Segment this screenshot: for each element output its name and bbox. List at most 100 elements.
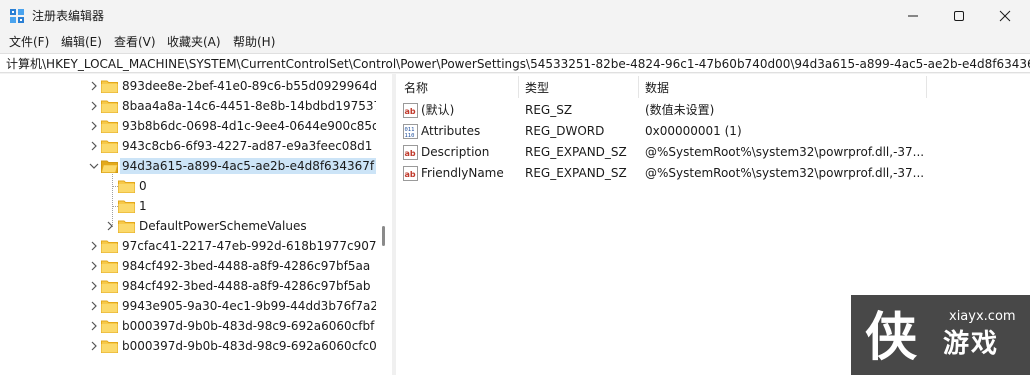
- folder-icon: [101, 100, 118, 113]
- chevron-right-icon[interactable]: [89, 261, 99, 271]
- column-header-name[interactable]: 名称: [404, 74, 428, 100]
- chevron-right-icon[interactable]: [89, 101, 99, 111]
- tree-item-label: 9943e905-9a30-4ec1-9b99-44dd3b76f7a2: [122, 299, 379, 313]
- column-divider[interactable]: [638, 76, 639, 98]
- folder-icon: [101, 80, 118, 93]
- chevron-right-icon[interactable]: [89, 341, 99, 351]
- value-row[interactable]: 011 110 Attributes REG_DWORD 0x00000001 (…: [396, 121, 1030, 142]
- tree-item[interactable]: 984cf492-3bed-4488-a8f9-4286c97bf5aa: [0, 256, 376, 276]
- tree-item-label: b000397d-9b0b-483d-98c9-692a6060cfbf: [122, 319, 375, 333]
- tree-item[interactable]: DefaultPowerSchemeValues: [0, 216, 376, 236]
- tree-item[interactable]: 943c8cb6-6f93-4227-ad87-e9a3feec08d1: [0, 136, 376, 156]
- menu-file[interactable]: 文件(F): [9, 35, 49, 49]
- folder-icon: [101, 240, 118, 253]
- close-icon: [999, 10, 1011, 22]
- value-name: Attributes: [421, 124, 481, 138]
- tree-item-label: 97cfac41-2217-47eb-992d-618b1977c907: [122, 239, 377, 253]
- tree-item[interactable]: b000397d-9b0b-483d-98c9-692a6060cfc0: [0, 336, 377, 356]
- folder-icon: [101, 260, 118, 273]
- tree-item[interactable]: 1: [0, 196, 376, 216]
- column-header-type[interactable]: 类型: [525, 74, 549, 100]
- value-data: (数值未设置): [645, 103, 715, 117]
- folder-icon: [118, 220, 135, 233]
- value-row[interactable]: ab Description REG_EXPAND_SZ @%SystemRoo…: [396, 142, 1030, 163]
- tree-item-label: 8baa4a8a-14c6-4451-8e8b-14bdbd197537: [122, 99, 382, 113]
- chevron-right-icon[interactable]: [105, 221, 115, 231]
- value-name: (默认): [421, 103, 455, 117]
- menu-bar: 文件(F) 编辑(E) 查看(V) 收藏夹(A) 帮助(H): [0, 32, 1030, 52]
- string-value-icon: ab: [403, 145, 418, 160]
- svg-text:ab: ab: [405, 107, 416, 116]
- tree-item-label: 943c8cb6-6f93-4227-ad87-e9a3feec08d1: [122, 139, 373, 153]
- column-divider[interactable]: [926, 76, 927, 98]
- minimize-icon: [908, 15, 918, 17]
- close-button[interactable]: [982, 0, 1028, 32]
- value-data: @%SystemRoot%\system32\powrprof.dll,-37.…: [645, 166, 925, 180]
- binary-value-icon: 011110: [403, 124, 418, 139]
- value-type: REG_DWORD: [525, 124, 605, 138]
- minimize-button[interactable]: [890, 0, 936, 32]
- chevron-right-icon[interactable]: [89, 321, 99, 331]
- string-value-icon: ab: [403, 103, 418, 118]
- window-title: 注册表编辑器: [32, 9, 105, 23]
- chevron-right-icon[interactable]: [89, 241, 99, 251]
- column-divider[interactable]: [518, 76, 519, 98]
- folder-icon: [101, 280, 118, 293]
- watermark-logo: 侠: [865, 308, 917, 367]
- svg-text:ab: ab: [405, 170, 416, 179]
- string-value-icon: ab: [403, 166, 418, 181]
- folder-icon: [101, 120, 118, 133]
- value-data: @%SystemRoot%\system32\powrprof.dll,-37.…: [645, 145, 925, 159]
- chevron-right-icon[interactable]: [89, 121, 99, 131]
- chevron-right-icon[interactable]: [89, 301, 99, 311]
- tree-item[interactable]: b000397d-9b0b-483d-98c9-692a6060cfbf: [0, 316, 376, 336]
- value-data: 0x00000001 (1): [645, 124, 742, 138]
- value-type: REG_EXPAND_SZ: [525, 145, 627, 159]
- chevron-right-icon[interactable]: [89, 141, 99, 151]
- maximize-button[interactable]: [936, 0, 982, 32]
- tree-item-label: 893dee8e-2bef-41e0-89c6-b55d0929964d: [122, 79, 378, 93]
- value-row[interactable]: ab (默认) REG_SZ (数值未设置): [396, 100, 1030, 121]
- tree-item-label: 984cf492-3bed-4488-a8f9-4286c97bf5ab: [122, 279, 371, 293]
- tree-item[interactable]: 9943e905-9a30-4ec1-9b99-44dd3b76f7a2: [0, 296, 379, 316]
- watermark-name: 游戏: [943, 329, 1000, 359]
- scrollbar-thumb[interactable]: [382, 226, 385, 246]
- maximize-icon: [954, 11, 964, 21]
- menu-edit[interactable]: 编辑(E): [61, 35, 102, 49]
- svg-text:110: 110: [405, 133, 415, 139]
- svg-text:ab: ab: [405, 149, 416, 158]
- chevron-down-icon[interactable]: [89, 161, 99, 171]
- menu-favorites[interactable]: 收藏夹(A): [167, 35, 221, 49]
- tree-item-selected[interactable]: 94d3a615-a899-4ac5-ae2b-e4d8f634367f: [0, 156, 377, 176]
- folder-icon: [101, 140, 118, 153]
- tree-item[interactable]: 97cfac41-2217-47eb-992d-618b1977c907: [0, 236, 377, 256]
- menu-view[interactable]: 查看(V): [114, 35, 156, 49]
- folder-icon: [118, 180, 135, 193]
- tree-scrollbar[interactable]: [376, 74, 392, 375]
- folder-icon: [101, 320, 118, 333]
- tree-item-label: 984cf492-3bed-4488-a8f9-4286c97bf5aa: [122, 259, 371, 273]
- key-tree-pane[interactable]: 893dee8e-2bef-41e0-89c6-b55d0929964d 8ba…: [0, 74, 392, 375]
- folder-icon: [118, 200, 135, 213]
- tree-item[interactable]: 8baa4a8a-14c6-4451-8e8b-14bdbd197537: [0, 96, 381, 116]
- title-bar: 注册表编辑器: [0, 0, 1030, 32]
- menu-help[interactable]: 帮助(H): [233, 35, 275, 49]
- value-row[interactable]: ab FriendlyName REG_EXPAND_SZ @%SystemRo…: [396, 163, 1030, 184]
- folder-open-icon: [101, 160, 118, 173]
- tree-item[interactable]: 893dee8e-2bef-41e0-89c6-b55d0929964d: [0, 76, 378, 96]
- registry-editor-icon: [10, 9, 24, 23]
- tree-item-label: 0: [139, 179, 147, 193]
- address-bar[interactable]: 计算机\HKEY_LOCAL_MACHINE\SYSTEM\CurrentCon…: [0, 53, 1030, 73]
- column-header-data[interactable]: 数据: [645, 74, 669, 100]
- tree-item-label: 93b8b6dc-0698-4d1c-9ee4-0644e900c85d: [122, 119, 380, 133]
- chevron-right-icon[interactable]: [89, 281, 99, 291]
- watermark-url: xiayx.com: [949, 309, 1016, 324]
- tree-item-label: b000397d-9b0b-483d-98c9-692a6060cfc0: [122, 339, 377, 353]
- tree-item-label: 1: [139, 199, 147, 213]
- tree-item[interactable]: 984cf492-3bed-4488-a8f9-4286c97bf5ab: [0, 276, 376, 296]
- tree-item[interactable]: 93b8b6dc-0698-4d1c-9ee4-0644e900c85d: [0, 116, 380, 136]
- folder-icon: [101, 340, 118, 353]
- tree-item[interactable]: 0: [0, 176, 376, 196]
- address-path[interactable]: 计算机\HKEY_LOCAL_MACHINE\SYSTEM\CurrentCon…: [6, 57, 1030, 71]
- chevron-right-icon[interactable]: [89, 81, 99, 91]
